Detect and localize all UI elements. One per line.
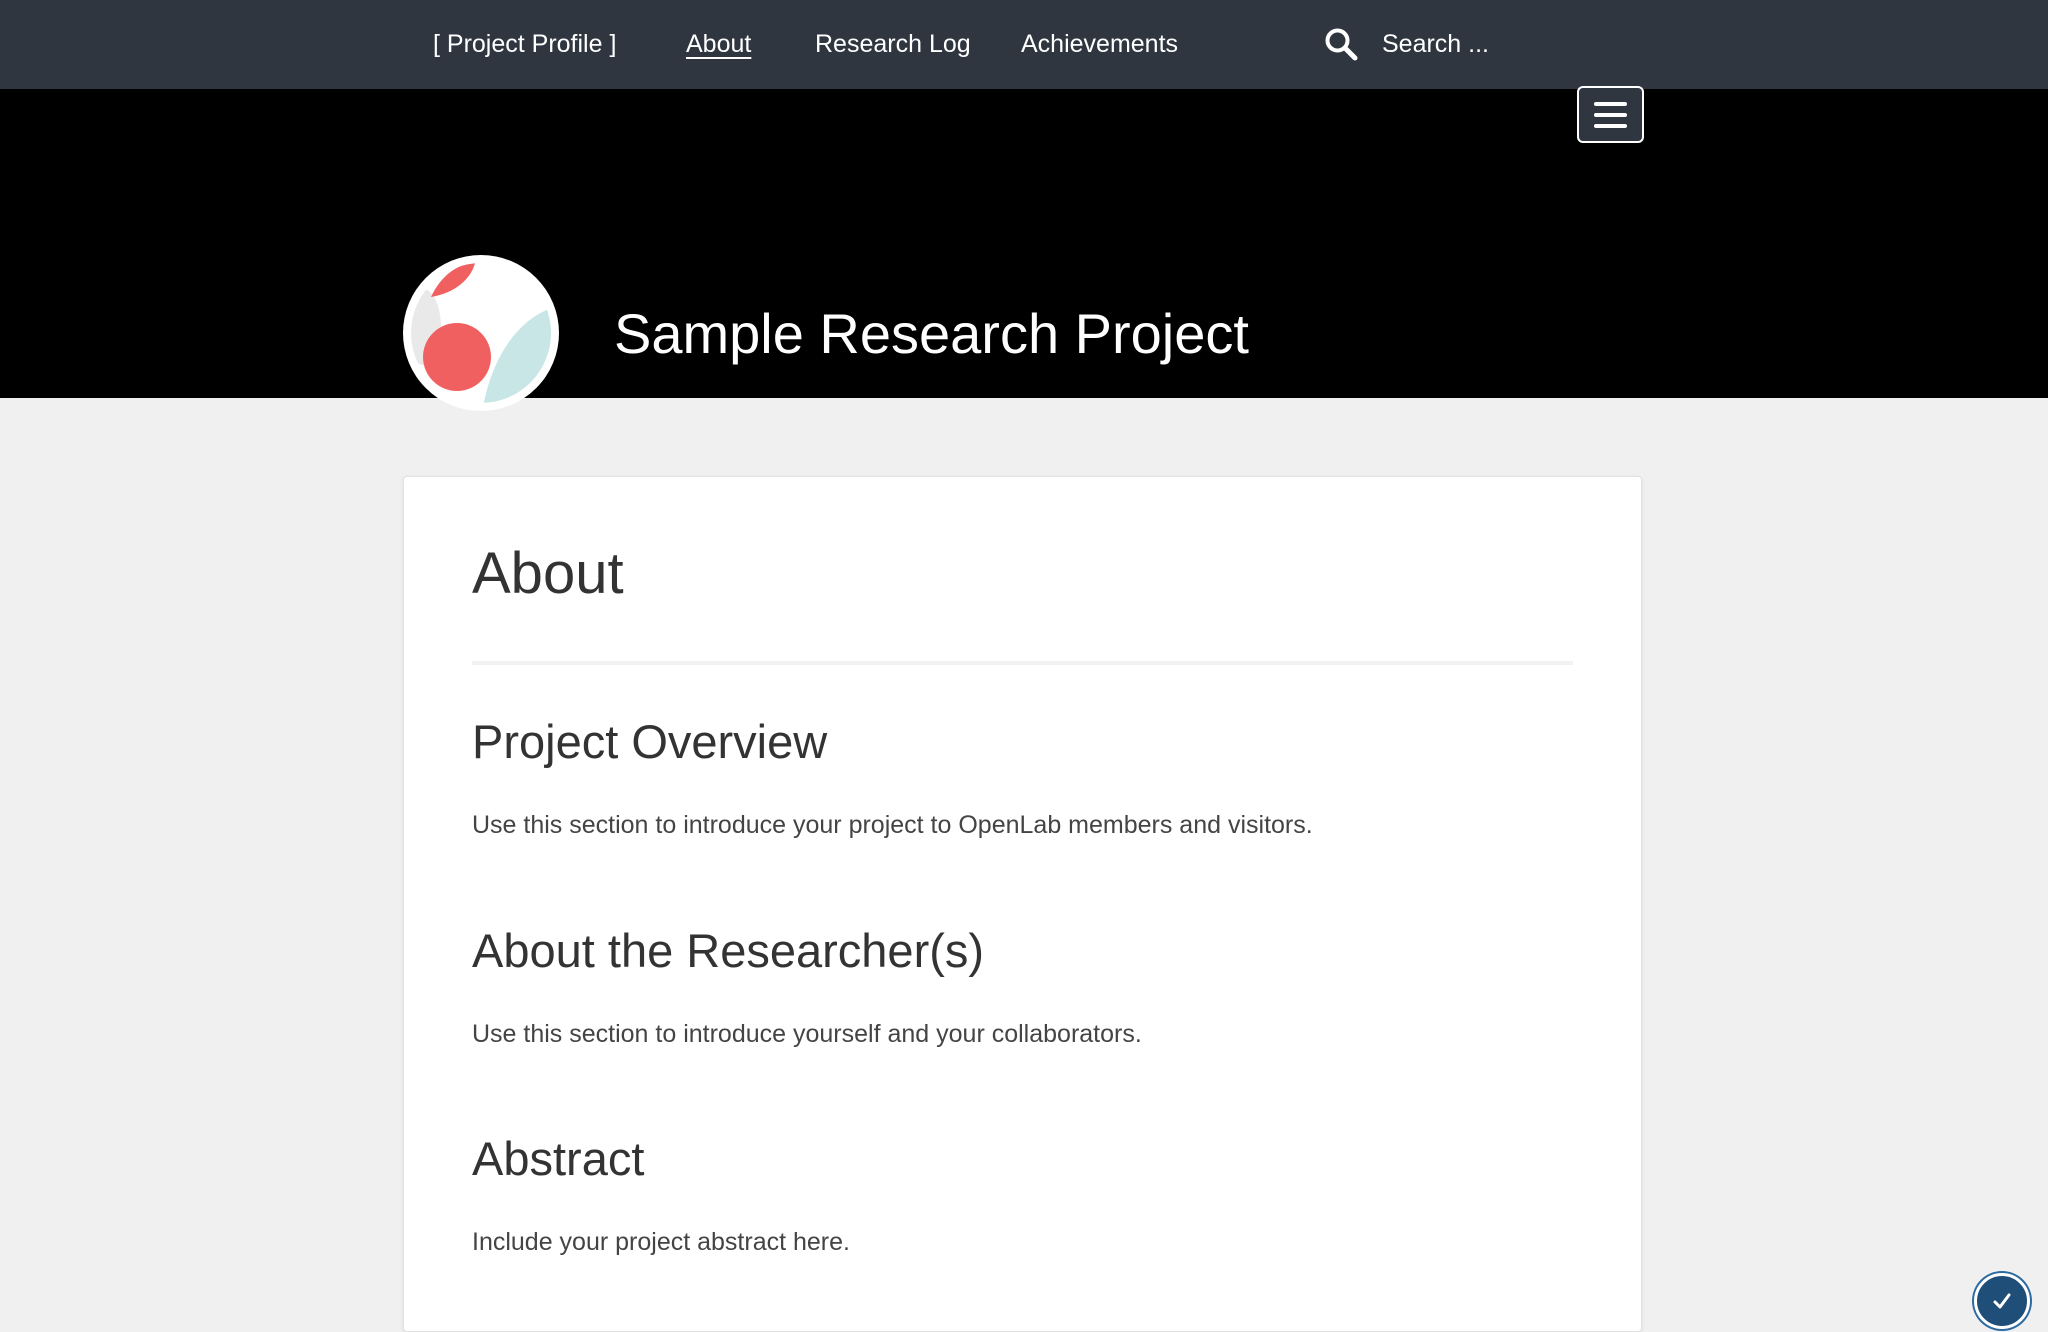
nav-link-about[interactable]: About bbox=[686, 0, 751, 89]
top-navigation-bar: [ Project Profile ] About Research Log A… bbox=[0, 0, 2048, 89]
page-title: About bbox=[472, 541, 624, 606]
search-input[interactable] bbox=[1376, 22, 1628, 66]
accessibility-check-button[interactable] bbox=[1974, 1273, 2030, 1329]
menu-button[interactable] bbox=[1577, 86, 1644, 143]
nav-link-project-profile[interactable]: [ Project Profile ] bbox=[433, 0, 616, 89]
section-text-project-overview: Use this section to introduce your proje… bbox=[472, 811, 1313, 839]
site-header: Sample Research Project bbox=[0, 89, 2048, 411]
section-heading-about-researchers: About the Researcher(s) bbox=[472, 924, 985, 977]
title-divider bbox=[472, 661, 1573, 665]
project-avatar-icon bbox=[403, 255, 559, 411]
content-card: About Project Overview Use this section … bbox=[403, 476, 1642, 1332]
section-text-abstract: Include your project abstract here. bbox=[472, 1228, 850, 1256]
checkmark-icon bbox=[1993, 1293, 2011, 1309]
nav-link-research-log[interactable]: Research Log bbox=[815, 0, 971, 89]
site-title[interactable]: Sample Research Project bbox=[614, 294, 1249, 374]
section-heading-abstract: Abstract bbox=[472, 1132, 645, 1185]
nav-link-achievements[interactable]: Achievements bbox=[1021, 0, 1178, 89]
section-text-about-researchers: Use this section to introduce yourself a… bbox=[472, 1020, 1142, 1048]
hamburger-menu-icon bbox=[1594, 102, 1627, 106]
search-icon[interactable] bbox=[1323, 26, 1359, 62]
section-heading-project-overview: Project Overview bbox=[472, 715, 828, 768]
